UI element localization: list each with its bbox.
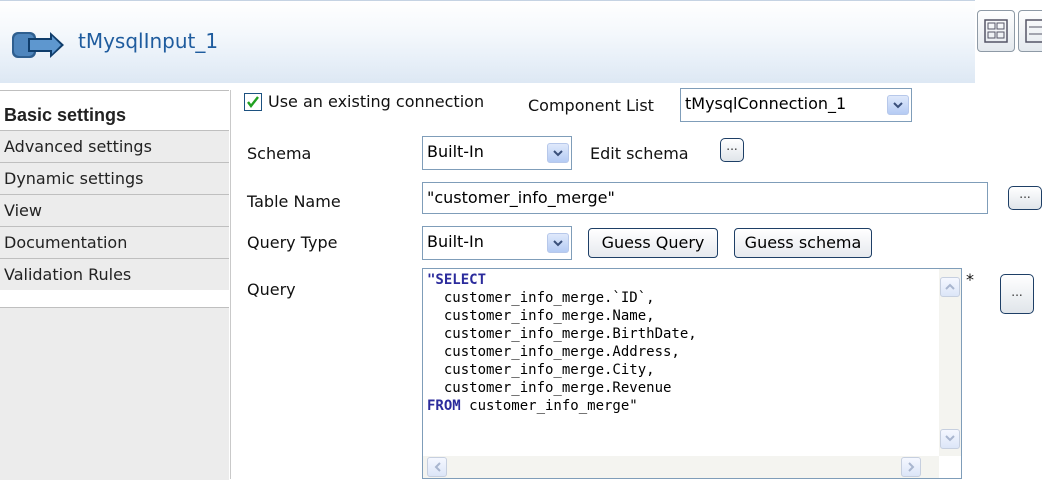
query-editor[interactable]: "SELECT customer_info_merge.`ID`, custom…	[422, 268, 962, 479]
table-name-browse-button[interactable]: ...	[1008, 186, 1042, 210]
query-keyword: FROM	[427, 398, 461, 414]
use-existing-connection-label: Use an existing connection	[268, 92, 485, 111]
grid-layout-icon	[984, 19, 1008, 43]
chevron-left-icon	[434, 462, 441, 472]
query-line: customer_info_merge"	[460, 398, 638, 414]
query-line: customer_info_merge.BirthDate,	[427, 326, 697, 342]
component-title: tMysqlInput_1	[78, 29, 219, 53]
tab-basic-settings[interactable]: Basic settings	[0, 90, 229, 130]
scroll-right-button[interactable]	[901, 457, 921, 477]
layout-grid-button[interactable]	[977, 10, 1015, 52]
settings-tabs: Basic settings Advanced settings Dynamic…	[0, 90, 231, 480]
query-type-select[interactable]: Built-In	[422, 226, 572, 260]
tab-advanced-settings[interactable]: Advanced settings	[0, 130, 229, 162]
query-line: customer_info_merge.Name,	[427, 308, 655, 324]
checkmark-icon	[247, 96, 259, 108]
scroll-left-button[interactable]	[427, 457, 447, 477]
tabs-filler	[0, 307, 229, 480]
guess-schema-button[interactable]: Guess schema	[734, 228, 872, 258]
component-input-icon	[12, 32, 64, 58]
table-name-value: "customer_info_merge"	[427, 188, 615, 207]
tab-documentation[interactable]: Documentation	[0, 226, 229, 258]
scroll-up-button[interactable]	[940, 277, 960, 297]
query-line: customer_info_merge.City,	[427, 362, 655, 378]
query-vertical-scrollbar[interactable]	[939, 269, 961, 456]
chevron-right-icon	[908, 462, 915, 472]
table-name-input[interactable]: "customer_info_merge"	[422, 182, 988, 214]
query-label: Query	[247, 280, 296, 299]
chevron-down-icon	[887, 95, 909, 115]
edit-schema-label: Edit schema	[590, 144, 689, 163]
tab-validation-rules[interactable]: Validation Rules	[0, 258, 229, 290]
schema-select[interactable]: Built-In	[422, 136, 572, 170]
query-horizontal-scrollbar[interactable]	[423, 456, 939, 478]
layout-list-button[interactable]	[1018, 10, 1042, 52]
edit-schema-button[interactable]: ...	[720, 138, 744, 162]
query-line: customer_info_merge.Revenue	[427, 380, 672, 396]
query-editor-button[interactable]: ...	[1000, 274, 1034, 314]
chevron-up-icon	[945, 283, 955, 290]
use-existing-connection-checkbox[interactable]	[244, 93, 262, 111]
query-type-label: Query Type	[247, 233, 338, 252]
query-line: customer_info_merge.Address,	[427, 344, 680, 360]
query-type-value: Built-In	[427, 232, 484, 251]
guess-query-button[interactable]: Guess Query	[588, 228, 718, 258]
schema-value: Built-In	[427, 142, 484, 161]
chevron-down-icon	[945, 435, 955, 442]
query-text: "SELECT customer_info_merge.`ID`, custom…	[427, 271, 697, 415]
component-list-select[interactable]: tMysqlConnection_1	[680, 88, 912, 122]
scroll-down-button[interactable]	[940, 429, 960, 449]
component-header: tMysqlInput_1	[0, 0, 975, 83]
list-layout-icon	[1025, 19, 1042, 43]
chevron-down-icon	[547, 143, 569, 163]
query-modified-marker: *	[966, 270, 974, 289]
component-list-value: tMysqlConnection_1	[685, 94, 847, 113]
component-list-label: Component List	[528, 96, 654, 115]
table-name-label: Table Name	[247, 192, 341, 211]
query-keyword: "SELECT	[427, 272, 487, 288]
tab-view[interactable]: View	[0, 194, 229, 226]
chevron-down-icon	[547, 233, 569, 253]
schema-label: Schema	[247, 144, 312, 163]
query-line: customer_info_merge.`ID`,	[427, 290, 655, 306]
tab-dynamic-settings[interactable]: Dynamic settings	[0, 162, 229, 194]
